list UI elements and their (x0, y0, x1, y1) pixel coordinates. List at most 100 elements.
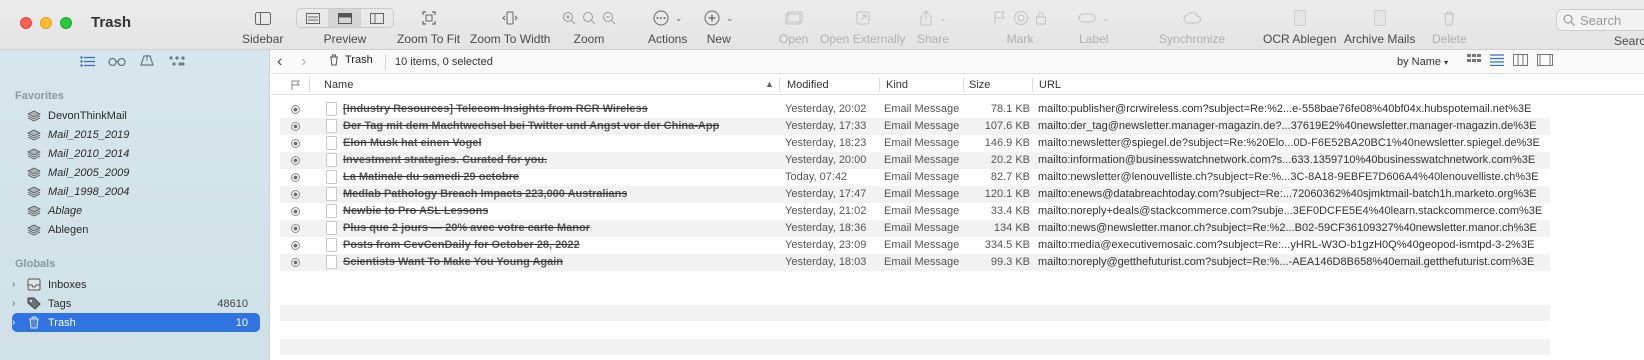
zoom-control[interactable]: Zoom (562, 7, 616, 47)
sidebar-toolbar-button[interactable]: Sidebar (242, 7, 283, 47)
flag-column-icon[interactable] (291, 80, 300, 90)
read-status-icon[interactable] (291, 173, 300, 182)
chevron-right-icon[interactable]: › (12, 279, 24, 290)
synchronize-label: Synchronize (1159, 32, 1226, 46)
minimize-window-button[interactable] (40, 17, 52, 29)
column-view-icon[interactable] (1513, 54, 1528, 69)
chevron-right-icon[interactable]: › (12, 317, 24, 328)
sidebar-item-mail-2015-2019[interactable]: Mail_2015_2019 (12, 125, 260, 144)
sidebar-item-label: Mail_1998_2004 (48, 185, 130, 198)
column-header-url[interactable]: URL (1039, 79, 1061, 91)
icon-view-icon[interactable] (1467, 54, 1481, 69)
chevron-down-icon: ⌄ (674, 12, 683, 23)
read-status-icon[interactable] (291, 241, 300, 250)
zoom-to-width-button[interactable]: Zoom To Width (470, 7, 550, 47)
share-button[interactable]: ⌄ Share (917, 7, 949, 47)
lock-icon[interactable] (1035, 11, 1047, 25)
glasses-icon[interactable] (108, 53, 126, 69)
read-status-icon[interactable] (291, 122, 300, 131)
table-row[interactable]: La Matinale du samedi 29 octobre Today, 0… (280, 169, 1550, 186)
zoom-to-width-label: Zoom To Width (470, 32, 551, 46)
trash-icon (26, 316, 42, 330)
sort-by-popup[interactable]: by Name ▾ (1397, 56, 1448, 68)
preview-mode-segmented[interactable] (296, 8, 394, 28)
actions-menu-button[interactable]: ⌄ Actions (648, 7, 687, 47)
breadcrumb[interactable]: Trash (329, 54, 373, 66)
sidebar-item-ablegen[interactable]: Ablegen (12, 220, 260, 239)
new-menu-button[interactable]: ⌄ New (704, 7, 734, 47)
email-document-icon (326, 221, 337, 235)
zoom-out-icon[interactable] (602, 11, 616, 25)
list-view-icon[interactable] (78, 53, 96, 69)
read-status-icon[interactable] (291, 139, 300, 148)
zoom-actual-icon[interactable] (582, 11, 596, 25)
sidebar-item-mail-2005-2009[interactable]: Mail_2005_2009 (12, 163, 260, 182)
database-stack-icon (26, 128, 42, 142)
read-status-icon[interactable] (291, 105, 300, 114)
graph-icon[interactable] (168, 53, 186, 69)
zoom-in-icon[interactable] (562, 11, 576, 25)
chevron-right-icon[interactable]: › (12, 298, 24, 309)
preview-none-icon[interactable] (297, 9, 329, 27)
row-modified: Yesterday, 20:02 (785, 103, 867, 115)
list-view-icon[interactable] (1490, 54, 1504, 69)
column-header-kind[interactable]: Kind (886, 79, 908, 91)
read-status-icon[interactable] (291, 156, 300, 165)
table-body: [Industry Resources] Telecom Insights fr… (280, 101, 1550, 271)
read-status-icon[interactable] (291, 207, 300, 216)
table-row[interactable]: Newbie to Pro ASL Lessons Yesterday, 21:0… (280, 203, 1550, 220)
open-button[interactable]: Open (779, 7, 808, 47)
column-header-size[interactable]: Size (969, 79, 990, 91)
zoom-window-button[interactable] (60, 17, 72, 29)
back-arrow-icon[interactable]: ‹ (277, 53, 282, 71)
zoom-to-fit-button[interactable]: Zoom To Fit (397, 7, 460, 47)
delete-button[interactable]: Delete (1432, 7, 1467, 47)
preview-side-icon[interactable] (361, 9, 393, 27)
open-externally-button[interactable]: Open Externally (820, 7, 905, 47)
table-row[interactable]: Medlab Pathology Breach Impacts 223,000 … (280, 186, 1550, 203)
archive-mails-button[interactable]: Archive Mails (1344, 7, 1415, 47)
ocr-ablegen-button[interactable]: OCR Ablegen (1263, 7, 1336, 47)
preview-bottom-icon[interactable] (329, 9, 361, 27)
column-divider (879, 78, 880, 92)
column-divider (1032, 78, 1033, 92)
table-row[interactable]: Elon Musk hat einen Vogel Yesterday, 18:2… (280, 135, 1550, 152)
database-stack-icon (26, 204, 42, 218)
delete-label: Delete (1432, 32, 1467, 46)
mark-control[interactable]: Mark (993, 7, 1047, 47)
column-header-name[interactable]: Name (324, 79, 353, 91)
table-row[interactable]: Posts from CevCenDaily for October 28, 2… (280, 237, 1550, 254)
sidebar-item-devonthinkmail[interactable]: DevonThinkMail (12, 106, 260, 125)
sidebar-item-ablage[interactable]: Ablage (12, 201, 260, 220)
sidebar-item-label: Ablegen (48, 223, 89, 236)
read-status-icon[interactable] (291, 190, 300, 199)
table-row[interactable]: Scientists Want To Make You Young Again Y… (280, 254, 1550, 271)
sidebar-item-tags[interactable]: › Tags 48610 (12, 294, 260, 313)
close-window-button[interactable] (20, 17, 32, 29)
sidebar-item-trash[interactable]: › Trash 10 (12, 313, 260, 332)
forward-arrow-icon[interactable]: › (301, 53, 306, 71)
synchronize-button[interactable]: Synchronize (1159, 7, 1225, 47)
table-row[interactable]: Plus que 2 jours — 20% avec votre carte … (280, 220, 1550, 237)
read-status-icon[interactable] (291, 224, 300, 233)
zoom-to-fit-icon (421, 11, 436, 25)
table-row[interactable]: [Industry Resources] Telecom Insights fr… (280, 101, 1550, 118)
row-size: 33.4 KB (990, 205, 1030, 217)
row-size: 20.2 KB (990, 154, 1030, 166)
split-view-icon[interactable] (1537, 54, 1553, 69)
flag-icon[interactable] (993, 11, 1007, 25)
inbox-tray-icon[interactable] (138, 53, 156, 69)
sidebar-item-mail-1998-2004[interactable]: Mail_1998_2004 (12, 182, 260, 201)
preview-toolbar-control[interactable]: Preview (296, 7, 394, 47)
search-field[interactable]: Search (1556, 9, 1644, 31)
sidebar-item-mail-2010-2014[interactable]: Mail_2010_2014 (12, 144, 260, 163)
row-modified: Yesterday, 23:09 (785, 239, 867, 251)
table-row[interactable]: Der Tag mit dem Machtwechsel bei Twitter… (280, 118, 1550, 135)
table-row[interactable]: Investment strategies. Curated for you. Y… (280, 152, 1550, 169)
column-header-modified[interactable]: Modified (787, 79, 829, 91)
label-menu-button[interactable]: ⌄ Label (1078, 7, 1110, 47)
unread-icon[interactable] (1013, 10, 1029, 26)
row-modified: Yesterday, 18:03 (785, 256, 867, 268)
sidebar-item-inboxes[interactable]: › Inboxes (12, 275, 260, 294)
read-status-icon[interactable] (291, 258, 300, 267)
